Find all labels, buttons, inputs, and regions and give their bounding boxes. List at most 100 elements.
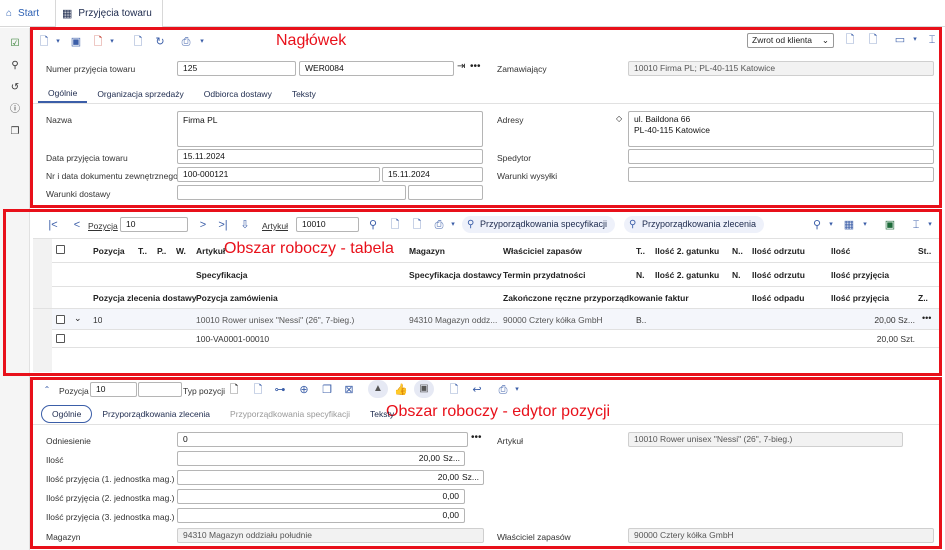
chevron-down-icon[interactable]: ⌄ — [74, 313, 82, 324]
col-n3[interactable]: N. — [732, 270, 741, 280]
col-position[interactable]: Pozycja — [93, 246, 125, 256]
ext-doc-number-field[interactable]: 100-000121 — [177, 167, 380, 182]
col-z[interactable]: Z.. — [918, 293, 928, 303]
col-specification[interactable]: Specyfikacja — [196, 270, 248, 280]
chevron-down-icon[interactable]: ▾ — [923, 218, 937, 232]
more-icon[interactable]: ••• — [922, 313, 931, 323]
delete-icon[interactable]: ⊠ — [342, 383, 356, 397]
editor-article-field[interactable]: 10010 Rower unisex "Nessi" (26", 7-bieg.… — [628, 432, 903, 447]
chevron-down-icon[interactable]: ▾ — [858, 218, 872, 232]
chevron-down-icon[interactable]: ▾ — [51, 35, 65, 49]
table-article-field[interactable]: 10010 — [296, 217, 359, 232]
ext-doc-date-field[interactable]: 15.11.2024 — [382, 167, 483, 182]
col-n2[interactable]: N. — [636, 270, 645, 280]
return-type-dropdown[interactable]: Zwrot od klienta ⌄ — [747, 33, 834, 48]
col-grade2-qty-2[interactable]: Ilość 2. gatunku — [655, 270, 719, 280]
col-order-position[interactable]: Pozycja zamówienia — [196, 293, 278, 303]
delete-document-icon[interactable]: 🗋 — [91, 35, 105, 49]
delivery-terms-field[interactable] — [177, 185, 406, 200]
new-document-icon[interactable]: 🗋 — [37, 35, 51, 49]
col-n[interactable]: N.. — [732, 246, 743, 256]
copy-icon[interactable]: ❐ — [9, 126, 21, 138]
refresh-icon[interactable]: ↻ — [153, 35, 167, 49]
chevron-up-icon[interactable]: ⌃ — [40, 383, 54, 397]
more-icon[interactable]: ••• — [470, 61, 481, 72]
checklist-icon[interactable]: ☑ — [9, 38, 21, 50]
new-position-icon[interactable]: 🗋 — [251, 383, 265, 397]
last-page-icon[interactable]: >| — [216, 218, 230, 232]
col-invoice-assignment[interactable]: Zakończone ręczne przyporządkowanie fakt… — [503, 293, 689, 303]
grid-layout-icon[interactable]: ▦ — [842, 218, 856, 232]
search-icon[interactable]: ⚲ — [366, 218, 380, 232]
home-tab[interactable]: ⌂ Start — [6, 0, 39, 27]
login-arrow-icon[interactable]: ⇥ — [457, 61, 465, 72]
document-icon[interactable]: 🗋 — [227, 383, 241, 397]
col-owner[interactable]: Właściciel zapasów — [503, 246, 582, 256]
text-cursor-icon[interactable]: ⌶ — [925, 33, 939, 47]
tab-texts[interactable]: Teksty — [282, 86, 326, 102]
editor-position-field[interactable]: 10 — [90, 382, 137, 397]
col-grade2-qty[interactable]: Ilość 2. gatunku — [655, 246, 719, 256]
diamond-icon[interactable]: ◇ — [616, 114, 622, 123]
search-settings-icon[interactable]: ⚲ — [810, 218, 824, 232]
col-warehouse[interactable]: Magazyn — [409, 246, 445, 256]
order-assignment-button[interactable]: ⚲ Przyporządkowania zlecenia — [624, 216, 765, 233]
tab-spec-assignments[interactable]: Przyporządkowania specyfikacji — [220, 406, 360, 422]
search-icon[interactable]: ⚲ — [9, 60, 21, 72]
owner-field[interactable]: 90000 Cztery kółka GmbH — [628, 528, 934, 543]
col-quantity[interactable]: Ilość — [831, 246, 850, 256]
table-position-field[interactable]: 10 — [120, 217, 188, 232]
col-w[interactable]: W. — [176, 246, 186, 256]
text-cursor-icon[interactable]: ⌶ — [909, 218, 923, 232]
forwarder-field[interactable] — [628, 149, 934, 164]
print-icon[interactable]: ⎙ — [179, 35, 193, 49]
document-tab[interactable]: ▦ Przyjęcia towaru — [55, 0, 163, 27]
search-document-icon[interactable]: 🗋 — [866, 33, 880, 47]
info-icon[interactable]: ⓘ — [9, 104, 21, 116]
warning-icon[interactable]: ▲ — [368, 380, 388, 398]
editor-subposition-field[interactable] — [138, 382, 182, 397]
first-page-icon[interactable]: |< — [46, 218, 60, 232]
copy-icon[interactable]: ❐ — [320, 383, 334, 397]
window-icon[interactable]: ▭ — [893, 33, 907, 47]
reference-field[interactable]: 0 — [177, 432, 468, 447]
receipt-number-field[interactable]: 125 — [177, 61, 296, 76]
recv-qty3-field[interactable]: 0,00 — [177, 508, 465, 523]
row-checkbox[interactable] — [56, 334, 65, 343]
tab-general[interactable]: Ogólnie — [41, 405, 93, 423]
tab-order-assignments[interactable]: Przyporządkowania zlecenia — [92, 406, 220, 422]
select-all-checkbox[interactable] — [56, 245, 65, 254]
delivery-terms-extra-field[interactable] — [408, 185, 483, 200]
chevron-down-icon[interactable]: ▾ — [195, 35, 209, 49]
chevron-down-icon[interactable]: ▾ — [510, 383, 524, 397]
excel-icon[interactable]: ▣ — [883, 218, 897, 232]
print-icon[interactable]: ⎙ — [496, 383, 510, 397]
save-icon[interactable]: ▣ — [69, 35, 83, 49]
col-receipt-qty-2[interactable]: Ilość przyjęcia — [831, 293, 889, 303]
tab-sales-organization[interactable]: Organizacja sprzedaży — [87, 86, 193, 102]
tab-general[interactable]: Ogólnie — [38, 85, 88, 103]
col-reject-qty[interactable]: Ilość odrzutu — [752, 246, 805, 256]
col-t[interactable]: T.. — [138, 246, 147, 256]
structure-icon[interactable]: ⊶ — [273, 383, 287, 397]
print-icon[interactable]: ⎙ — [432, 218, 446, 232]
clear-filter-icon[interactable]: 🗋 — [388, 218, 402, 232]
chevron-down-icon[interactable]: ▾ — [105, 35, 119, 49]
address-field[interactable]: ul. Baildona 66 PL-40-115 Katowice — [628, 111, 934, 147]
copy-document-icon[interactable]: 🗋 — [131, 35, 145, 49]
receipt-date-field[interactable]: 15.11.2024 — [177, 149, 483, 164]
name-field[interactable]: Firma PL — [177, 111, 483, 147]
recv-qty1-field[interactable]: 20,00 Sz... — [177, 470, 484, 485]
tab-delivery-recipient[interactable]: Odbiorca dostawy — [194, 86, 282, 102]
next-icon[interactable]: > — [196, 218, 210, 232]
col-article[interactable]: Artykuł — [196, 246, 225, 256]
warehouse-field[interactable]: 94310 Magazyn oddziału południe — [177, 528, 484, 543]
more-icon[interactable]: ••• — [471, 432, 482, 443]
col-waste-qty[interactable]: Ilość odpadu — [752, 293, 804, 303]
col-reject-qty-2[interactable]: Ilość odrzutu — [752, 270, 805, 280]
chevron-down-icon[interactable]: ▾ — [446, 218, 460, 232]
spec-assignment-button[interactable]: ⚲ Przyporządkowania specyfikacji — [462, 216, 616, 233]
shipping-terms-field[interactable] — [628, 167, 934, 182]
edit-document-icon[interactable]: 🗋 — [447, 383, 461, 397]
ordering-field[interactable]: 10010 Firma PL; PL-40-115 Katowice — [628, 61, 934, 76]
